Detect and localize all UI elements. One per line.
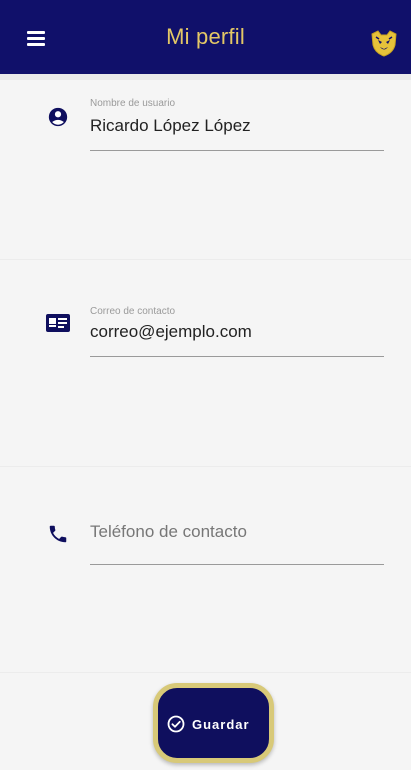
phone-underline [90, 564, 384, 565]
account-circle-icon [48, 107, 68, 127]
page-title: Mi perfil [166, 24, 245, 49]
save-button-label: Guardar [192, 717, 250, 732]
pumas-logo-icon [371, 30, 397, 57]
profile-screen: Mi perfil Nombre de usuario Ricardo Lópe… [0, 0, 411, 781]
app-bar: Mi perfil [0, 0, 411, 74]
email-label: Correo de contacto [90, 306, 176, 317]
section-divider [0, 466, 411, 467]
username-label: Nombre de usuario [90, 98, 176, 109]
check-circle-icon [167, 715, 185, 733]
app-bar-divider [0, 74, 411, 80]
email-underline [90, 356, 384, 357]
save-button[interactable]: Guardar [153, 683, 274, 763]
username-field[interactable]: Ricardo López López [90, 116, 380, 136]
username-underline [90, 150, 384, 151]
bottom-strip [0, 770, 411, 781]
section-divider [0, 259, 411, 260]
phone-field[interactable]: Teléfono de contacto [90, 522, 247, 542]
phone-icon [49, 525, 67, 543]
email-field[interactable]: correo@ejemplo.com [90, 322, 380, 342]
contact-card-icon [46, 314, 70, 332]
section-divider [0, 672, 411, 673]
